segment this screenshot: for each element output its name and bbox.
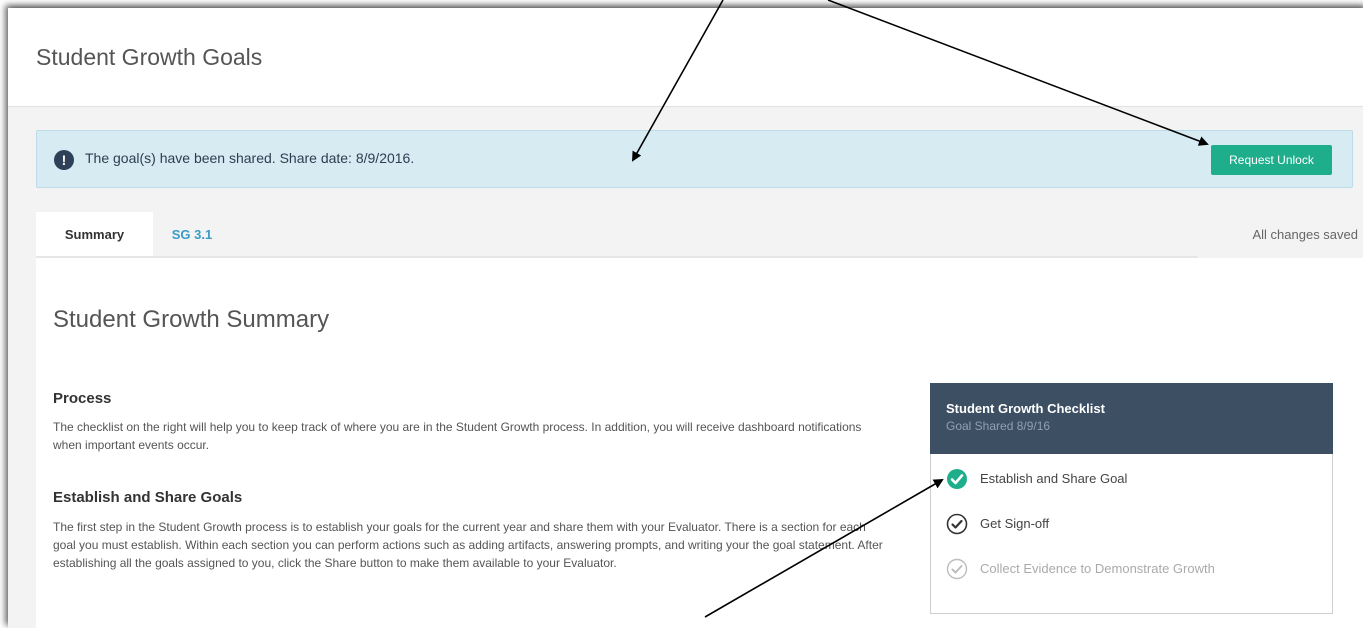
page-title: Student Growth Goals bbox=[36, 44, 263, 70]
checklist-title: Student Growth Checklist bbox=[946, 401, 1105, 416]
page-header: Student Growth Goals bbox=[8, 8, 1363, 107]
checklist-item-label: Establish and Share Goal bbox=[980, 471, 1128, 486]
process-heading: Process bbox=[53, 390, 112, 407]
tab-sg-3-1[interactable]: SG 3.1 bbox=[153, 212, 231, 258]
alert-message: The goal(s) have been shared. Share date… bbox=[85, 150, 415, 166]
checklist-item-label: Get Sign-off bbox=[980, 516, 1050, 531]
summary-panel: Student Growth Summary Process The check… bbox=[36, 258, 1363, 628]
tab-summary[interactable]: Summary bbox=[36, 212, 153, 258]
checklist-subtitle: Goal Shared 8/9/16 bbox=[946, 419, 1051, 433]
shared-alert: ! The goal(s) have been shared. Share da… bbox=[36, 130, 1353, 188]
checklist-item-label: Collect Evidence to Demonstrate Growth bbox=[980, 561, 1215, 576]
save-status: All changes saved bbox=[1252, 227, 1358, 242]
summary-title: Student Growth Summary bbox=[53, 306, 330, 333]
check-outline-icon bbox=[946, 513, 968, 535]
exclamation-icon: ! bbox=[54, 150, 74, 170]
student-growth-checklist: Student Growth Checklist Goal Shared 8/9… bbox=[930, 383, 1333, 614]
application-window: Student Growth Goals ! The goal(s) have … bbox=[8, 8, 1363, 628]
check-pending-icon bbox=[946, 558, 968, 580]
request-unlock-button[interactable]: Request Unlock bbox=[1211, 145, 1332, 175]
process-text: The checklist on the right will help you… bbox=[53, 420, 862, 452]
checklist-header: Student Growth Checklist Goal Shared 8/9… bbox=[930, 383, 1333, 454]
check-complete-icon bbox=[947, 469, 967, 489]
establish-goals-heading: Establish and Share Goals bbox=[53, 489, 243, 506]
establish-goals-text: The first step in the Student Growth pro… bbox=[53, 520, 883, 570]
